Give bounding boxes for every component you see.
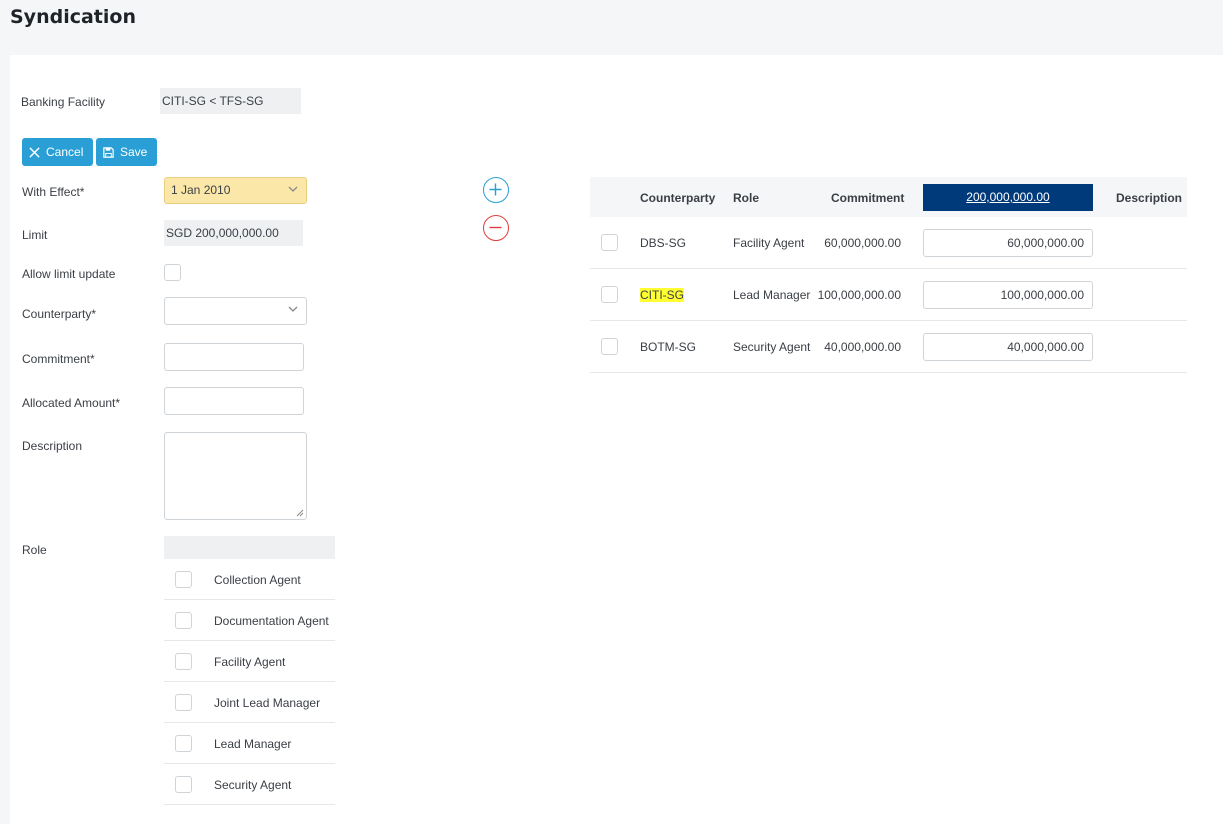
with-effect-label: With Effect* <box>22 185 85 199</box>
save-icon <box>103 146 114 158</box>
role-option[interactable]: Security Agent <box>164 764 335 805</box>
save-button-label: Save <box>120 145 148 159</box>
allow-limit-update-checkbox[interactable] <box>164 264 181 281</box>
role-checkbox[interactable] <box>175 571 192 588</box>
role-checkbox[interactable] <box>175 776 192 793</box>
role-option[interactable]: Documentation Agent <box>164 600 335 641</box>
with-effect-value: 1 Jan 2010 <box>171 183 231 197</box>
role-label: Role <box>22 543 47 557</box>
commitment-label: Commitment* <box>22 352 95 366</box>
table-row: DBS-SG Facility Agent 60,000,000.00 60,0… <box>590 217 1187 269</box>
page-title: Syndication <box>10 6 136 28</box>
role-checkbox[interactable] <box>175 735 192 752</box>
role-checkbox[interactable] <box>175 612 192 629</box>
banking-facility-label: Banking Facility <box>21 95 106 109</box>
cell-commitment: 40,000,000.00 <box>824 340 901 354</box>
header-description: Description <box>1116 191 1183 205</box>
cell-allocated-input[interactable]: 40,000,000.00 <box>923 333 1093 361</box>
cell-role: Lead Manager <box>733 288 811 302</box>
resize-handle-icon[interactable] <box>296 509 304 517</box>
syndication-card: Banking Facility CITI-SG < TFS-SG Cancel… <box>10 55 1223 824</box>
description-label: Description <box>22 439 83 453</box>
role-option[interactable]: Collection Agent <box>164 559 335 600</box>
role-option[interactable]: Facility Agent <box>164 641 335 682</box>
chevron-down-icon <box>288 186 298 192</box>
cell-role: Facility Agent <box>733 236 805 250</box>
table-row: CITI-SG Lead Manager 100,000,000.00 100,… <box>590 269 1187 321</box>
add-button[interactable] <box>483 177 509 203</box>
minus-circle-icon <box>489 226 502 229</box>
commitment-input[interactable] <box>164 343 304 371</box>
banking-facility-value: CITI-SG < TFS-SG <box>160 88 301 114</box>
header-role: Role <box>733 191 760 205</box>
role-list: Collection Agent Documentation Agent Fac… <box>164 536 335 805</box>
chevron-down-icon <box>288 306 298 312</box>
row-checkbox[interactable] <box>601 286 618 303</box>
cell-counterparty: DBS-SG <box>640 236 687 250</box>
allocated-amount-label: Allocated Amount* <box>22 396 121 410</box>
cell-allocated-input[interactable]: 100,000,000.00 <box>923 281 1093 309</box>
role-option-label: Collection Agent <box>214 573 301 587</box>
cell-counterparty: BOTM-SG <box>640 340 696 354</box>
cancel-button-label: Cancel <box>46 145 84 159</box>
description-textarea[interactable] <box>164 432 307 520</box>
role-option-label: Joint Lead Manager <box>214 696 321 710</box>
role-checkbox[interactable] <box>175 653 192 670</box>
allow-limit-update-label: Allow limit update <box>22 267 116 281</box>
counterparty-label: Counterparty* <box>22 307 97 321</box>
limit-value: SGD 200,000,000.00 <box>164 220 303 246</box>
row-checkbox[interactable] <box>601 234 618 251</box>
with-effect-select[interactable]: 1 Jan 2010 <box>164 177 307 204</box>
counterparty-select[interactable] <box>164 297 307 325</box>
close-icon <box>29 146 40 158</box>
cell-commitment: 60,000,000.00 <box>824 236 901 250</box>
table-row: BOTM-SG Security Agent 40,000,000.00 40,… <box>590 321 1187 373</box>
role-option-label: Facility Agent <box>214 655 286 669</box>
plus-circle-icon <box>489 183 502 196</box>
cancel-button[interactable]: Cancel <box>22 138 94 166</box>
cell-counterparty: CITI-SG <box>640 288 684 302</box>
cell-commitment: 100,000,000.00 <box>817 288 901 302</box>
role-list-header <box>164 536 335 559</box>
row-checkbox[interactable] <box>601 338 618 355</box>
remove-button[interactable] <box>483 215 509 241</box>
role-option-label: Documentation Agent <box>214 614 329 628</box>
syndication-table: Counterparty Role Commitment 200,000,000… <box>590 177 1187 373</box>
role-option-label: Security Agent <box>214 778 292 792</box>
table-header: Counterparty Role Commitment 200,000,000… <box>590 177 1187 217</box>
allocated-amount-input[interactable] <box>164 387 304 415</box>
role-option[interactable]: Lead Manager <box>164 723 335 764</box>
header-counterparty: Counterparty <box>640 191 716 205</box>
role-option-label: Lead Manager <box>214 737 292 751</box>
cell-allocated-input[interactable]: 60,000,000.00 <box>923 229 1093 257</box>
header-commitment: Commitment <box>831 191 905 205</box>
header-total-allocated[interactable]: 200,000,000.00 <box>923 184 1093 211</box>
role-option[interactable]: Joint Lead Manager <box>164 682 335 723</box>
cell-role: Security Agent <box>733 340 811 354</box>
limit-label: Limit <box>22 228 48 242</box>
save-button[interactable]: Save <box>96 138 158 166</box>
role-checkbox[interactable] <box>175 694 192 711</box>
